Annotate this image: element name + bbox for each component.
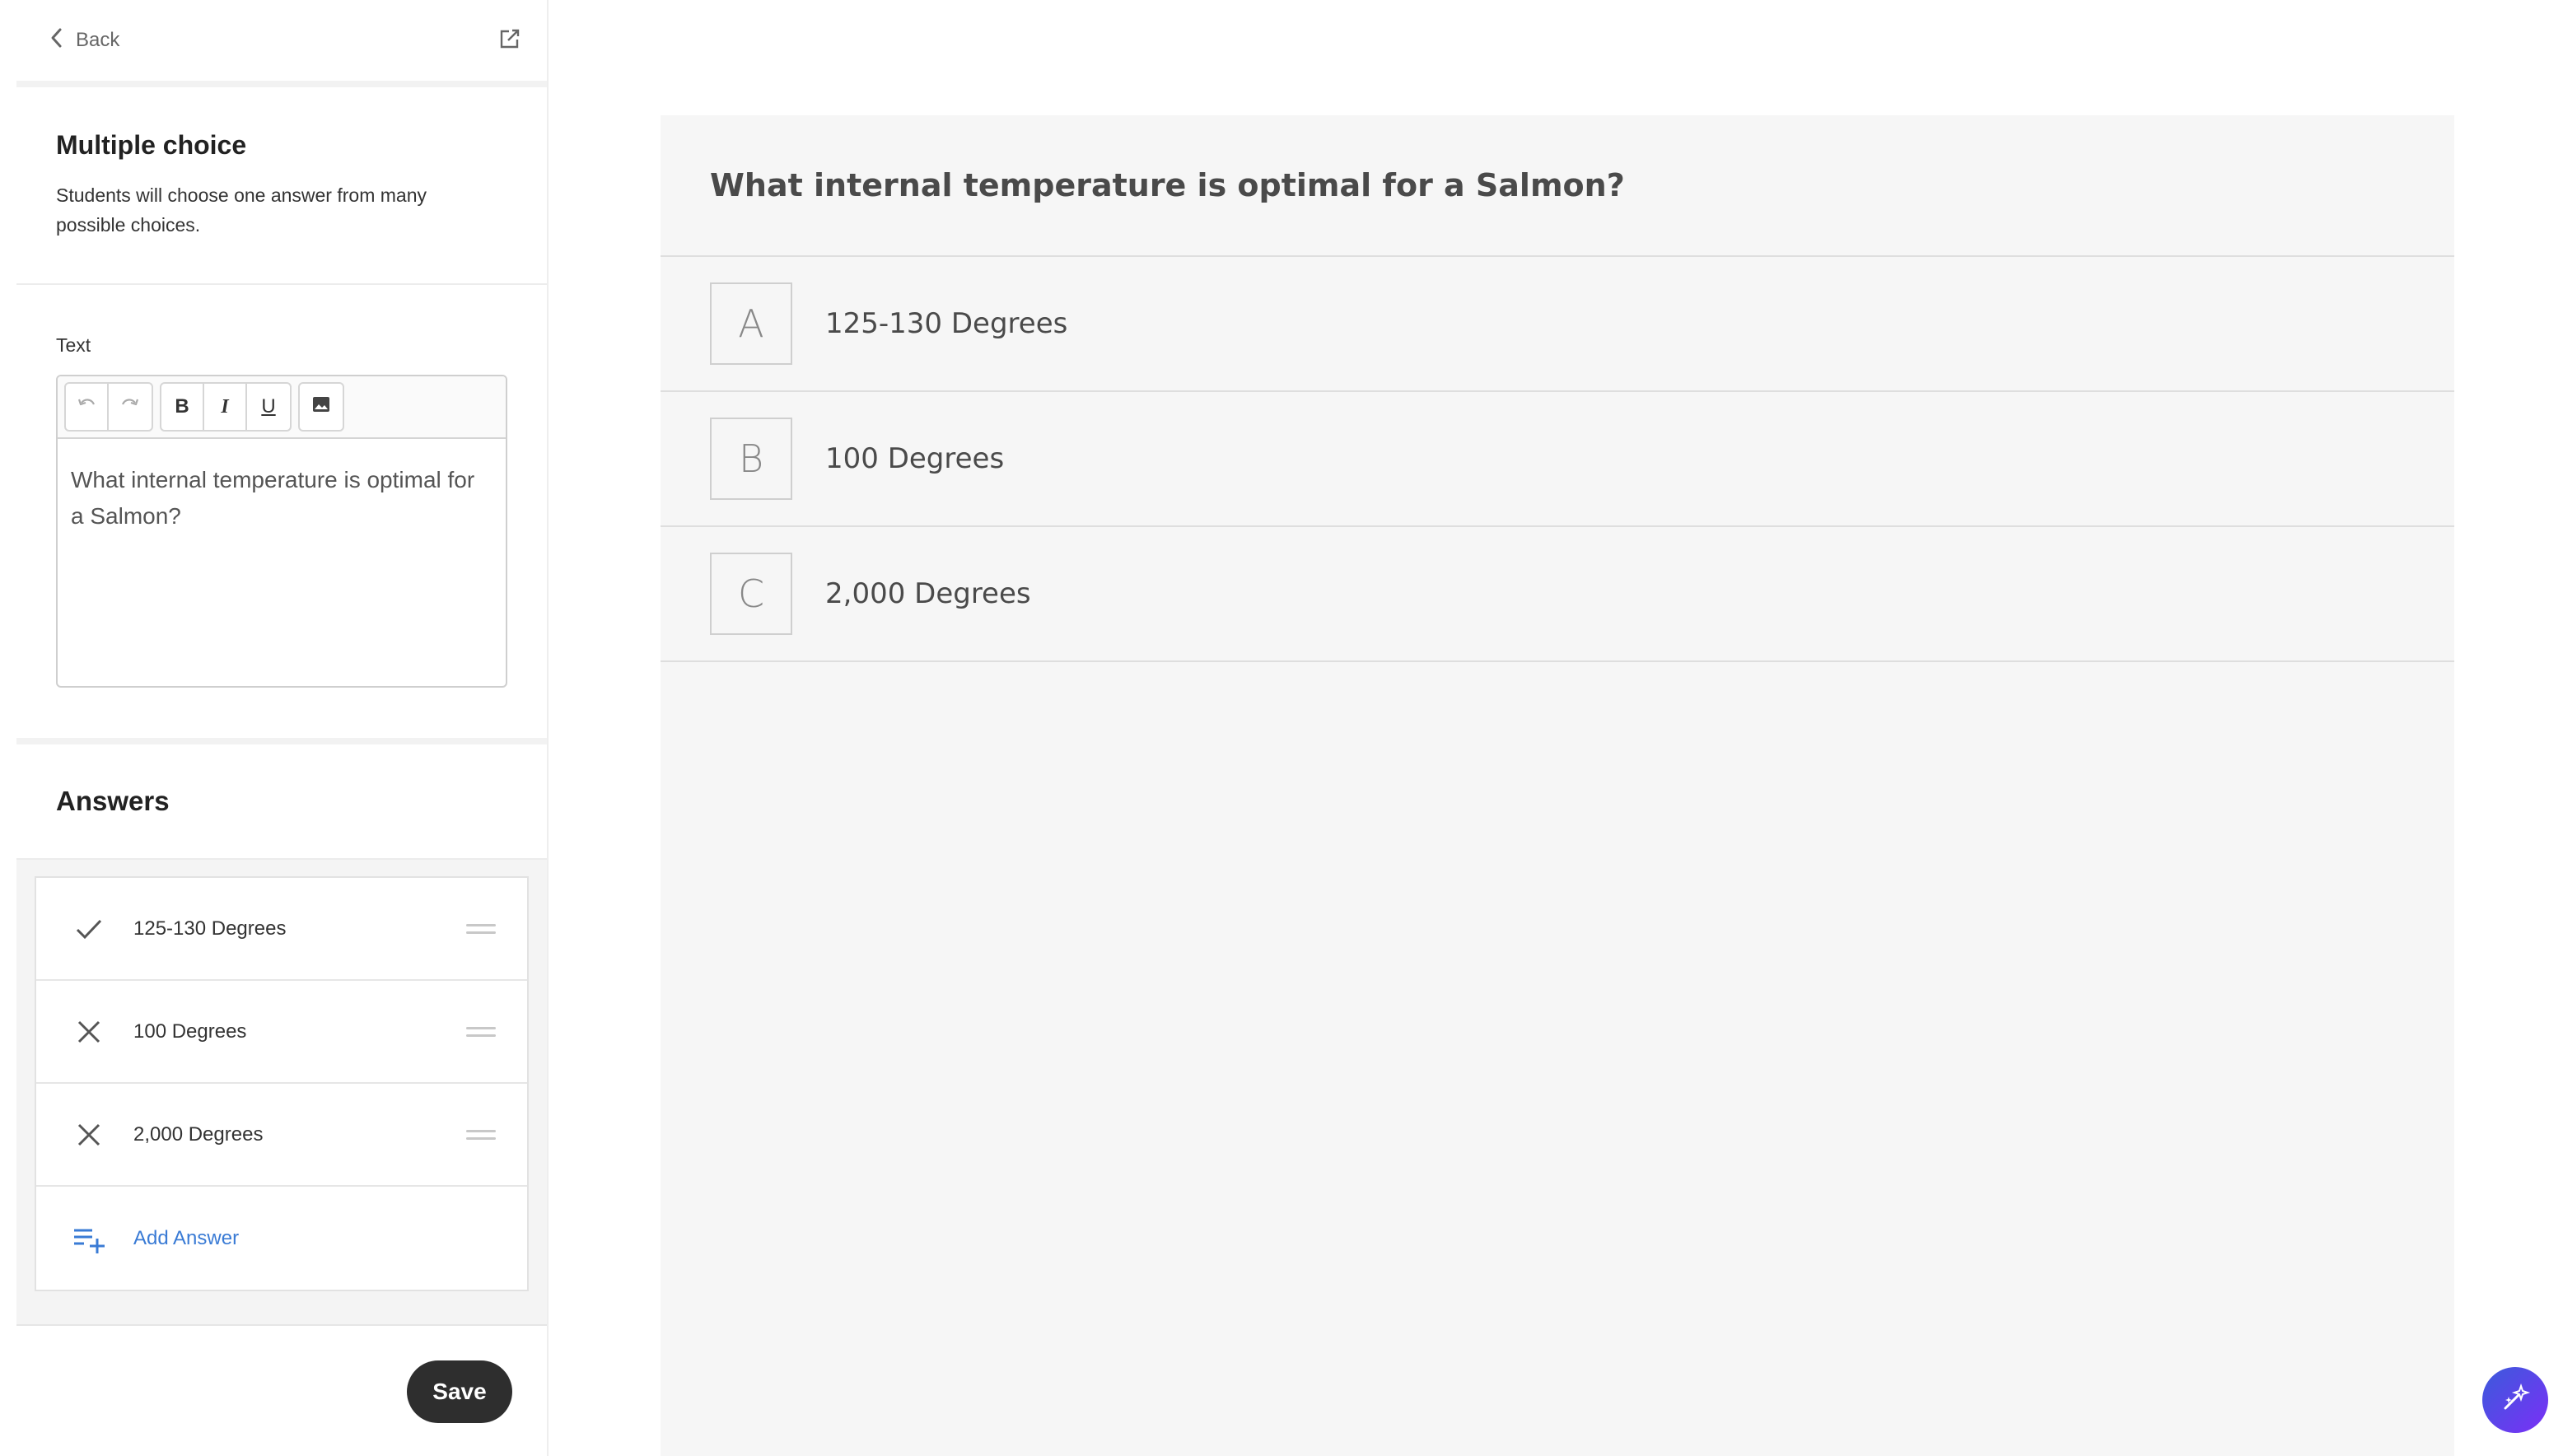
question-type-title: Multiple choice (56, 130, 247, 160)
option-text: 100 Degrees (825, 442, 1005, 475)
insert-image-button[interactable] (300, 384, 343, 430)
undo-button[interactable] (66, 384, 109, 430)
answer-item[interactable]: 125-130 Degrees (36, 878, 527, 981)
text-section: Text B I U What internal temperature is … (16, 285, 547, 744)
italic-button[interactable]: I (204, 384, 247, 430)
question-type-section: Multiple choice Students will choose one… (16, 87, 547, 285)
sidebar-topbar: Back (16, 0, 547, 87)
preview-option-c[interactable]: C 2,000 Degrees (661, 527, 2454, 662)
question-type-description: Students will choose one answer from man… (56, 184, 427, 236)
answer-item[interactable]: 2,000 Degrees (36, 1084, 527, 1187)
image-icon (310, 393, 333, 422)
ai-assistant-button[interactable] (2482, 1367, 2548, 1433)
bold-icon: B (175, 395, 189, 418)
text-field-label: Text (56, 334, 91, 356)
editor-sidebar: Back Multiple choice Students will choos… (16, 0, 549, 1456)
bold-button[interactable]: B (161, 384, 204, 430)
chevron-left-icon (48, 26, 66, 55)
answer-label: 100 Degrees (133, 1020, 247, 1043)
option-text: 2,000 Degrees (825, 577, 1031, 610)
history-group (64, 382, 153, 432)
sparkle-wand-icon (2499, 1382, 2532, 1419)
editor-content[interactable]: What internal temperature is optimal for… (58, 439, 506, 558)
rich-text-editor: B I U What internal temperature is optim… (56, 375, 507, 688)
drag-handle-icon[interactable] (466, 1129, 496, 1140)
back-button[interactable]: Back (48, 26, 119, 55)
playlist-add-icon (72, 1222, 105, 1255)
editor-toolbar: B I U (58, 376, 506, 439)
answers-list: 125-130 Degrees 100 Degrees 2,000 Degree… (35, 876, 529, 1291)
answers-header: Answers (16, 744, 547, 860)
media-group (298, 382, 344, 432)
answer-item[interactable]: 100 Degrees (36, 981, 527, 1084)
x-icon[interactable] (72, 1118, 105, 1151)
drag-handle-icon[interactable] (466, 1026, 496, 1037)
add-answer-label: Add Answer (133, 1226, 240, 1249)
format-group: B I U (160, 382, 292, 432)
x-icon[interactable] (72, 1015, 105, 1048)
preview-question-text: What internal temperature is optimal for… (661, 115, 2454, 257)
open-external-icon[interactable] (497, 26, 522, 55)
preview-option-b[interactable]: B 100 Degrees (661, 392, 2454, 527)
question-preview: What internal temperature is optimal for… (661, 115, 2454, 1456)
check-icon[interactable] (72, 912, 105, 945)
answers-panel: 125-130 Degrees 100 Degrees 2,000 Degree… (16, 860, 547, 1326)
undo-icon (75, 393, 98, 422)
back-label: Back (76, 29, 120, 51)
sidebar-footer: Save (16, 1326, 547, 1456)
underline-button[interactable]: U (247, 384, 290, 430)
answer-label: 2,000 Degrees (133, 1122, 264, 1146)
preview-option-a[interactable]: A 125-130 Degrees (661, 257, 2454, 392)
redo-button[interactable] (109, 384, 152, 430)
option-text: 125-130 Degrees (825, 307, 1068, 340)
add-answer-button[interactable]: Add Answer (36, 1187, 527, 1290)
answer-label: 125-130 Degrees (133, 917, 287, 940)
redo-icon (119, 393, 142, 422)
drag-handle-icon[interactable] (466, 923, 496, 934)
underline-icon: U (261, 395, 276, 418)
option-letter-box: C (710, 553, 792, 635)
answers-title: Answers (56, 786, 170, 816)
option-letter-box: A (710, 282, 792, 365)
save-button[interactable]: Save (407, 1360, 512, 1423)
italic-icon: I (221, 395, 229, 418)
option-letter-box: B (710, 418, 792, 500)
